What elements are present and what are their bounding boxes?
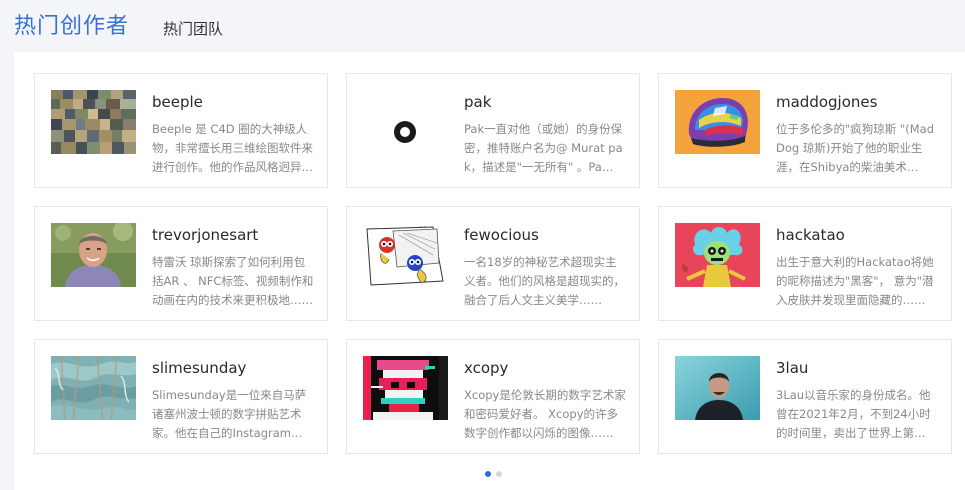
tab-hot-teams[interactable]: 热门团队 — [163, 18, 223, 40]
character-artwork-icon — [675, 223, 760, 287]
creator-description: 一名18岁的神秘艺术超现实主义者。他们的风格是超现实的，融合了后人文主义美学…… — [464, 255, 625, 307]
creator-description: Beeple 是 C4D 圈的大神级人物，非常擅长用三维绘图软件来进行创作。他的… — [152, 122, 313, 174]
creator-card-3lau[interactable]: 3lau 3Lau以音乐家的身份成名。他曾在2021年2月，不到24小时的时间里… — [658, 339, 952, 454]
collage-artwork-icon — [51, 90, 136, 154]
creator-name: pak — [464, 93, 492, 111]
creator-name: hackatao — [776, 226, 845, 244]
creator-card-maddogjones[interactable]: maddogjones 位于多伦多的"疯狗琼斯 "(Mad Dog 琼斯)开始了… — [658, 73, 952, 188]
creator-card-slimesunday[interactable]: slimesunday Slimesunday是一位来自马萨诸塞州波士顿的数字拼… — [34, 339, 328, 454]
portrait-photo-icon — [51, 223, 136, 287]
tab-bar: 热门创作者 热门团队 — [0, 0, 965, 52]
creator-description: Xcopy是伦敦长期的数字艺术家和密码爱好者。 Xcopy的许多数字创作都以闪烁… — [464, 388, 626, 440]
creators-panel: beeple Beeple 是 C4D 圈的大神级人物，非常擅长用三维绘图软件来… — [14, 52, 965, 490]
creator-description: Slimesunday是一位来自马萨诸塞州波士顿的数字拼贴艺术家。他在自己的In… — [152, 388, 307, 440]
creator-name: xcopy — [464, 359, 509, 377]
musician-photo-icon — [675, 356, 760, 420]
glitch-artwork-icon — [363, 356, 448, 420]
surreal-figures-artwork-icon: ~~ — [363, 223, 448, 287]
creator-card-pak[interactable]: pak Pak一直对他（或她）的身份保密，推特账户名为@ Murat pak，描… — [346, 73, 640, 188]
helmet-artwork-icon — [675, 90, 760, 154]
creator-name: maddogjones — [776, 93, 878, 111]
creator-card-xcopy[interactable]: xcopy Xcopy是伦敦长期的数字艺术家和密码爱好者。 Xcopy的许多数字… — [346, 339, 640, 454]
texture-artwork-icon — [51, 356, 136, 420]
creator-name: beeple — [152, 93, 203, 111]
svg-text:~~: ~~ — [419, 225, 427, 231]
pagination-dots — [485, 471, 509, 479]
creator-description: 特雷沃 琼斯探索了如何利用包括AR 、 NFC标签、视频制作和动画在内的技术来更… — [152, 255, 314, 307]
pagination-dot-1[interactable] — [485, 471, 491, 477]
creator-name: slimesunday — [152, 359, 247, 377]
creator-description: 3Lau以音乐家的身份成名。他曾在2021年2月，不到24小时的时间里，卖出了世… — [776, 388, 931, 440]
creator-card-hackatao[interactable]: hackatao 出生于意大利的Hackatao将她的昵称描述为"黑客"， 意为… — [658, 206, 952, 321]
creator-description: 位于多伦多的"疯狗琼斯 "(Mad Dog 琼斯)开始了他的职业生涯，在Shib… — [776, 122, 934, 174]
creator-card-beeple[interactable]: beeple Beeple 是 C4D 圈的大神级人物，非常擅长用三维绘图软件来… — [34, 73, 328, 188]
creator-card-trevorjonesart[interactable]: trevorjonesart 特雷沃 琼斯探索了如何利用包括AR 、 NFC标签… — [34, 206, 328, 321]
ring-artwork-icon — [363, 90, 448, 154]
creator-name: trevorjonesart — [152, 226, 259, 244]
creator-description: Pak一直对他（或她）的身份保密，推特账户名为@ Murat pak，描述是"一… — [464, 122, 623, 174]
creator-name: fewocious — [464, 226, 539, 244]
pagination-dot-2[interactable] — [496, 471, 502, 477]
tab-hot-creators[interactable]: 热门创作者 — [14, 12, 129, 42]
creator-card-fewocious[interactable]: ~~ fewocious 一名18岁的神秘艺术超现实主义者。他们的风格是超现实的… — [346, 206, 640, 321]
creator-name: 3lau — [776, 359, 809, 377]
creator-description: 出生于意大利的Hackatao将她的昵称描述为"黑客"， 意为"潜入皮肤并发现里… — [776, 255, 934, 307]
